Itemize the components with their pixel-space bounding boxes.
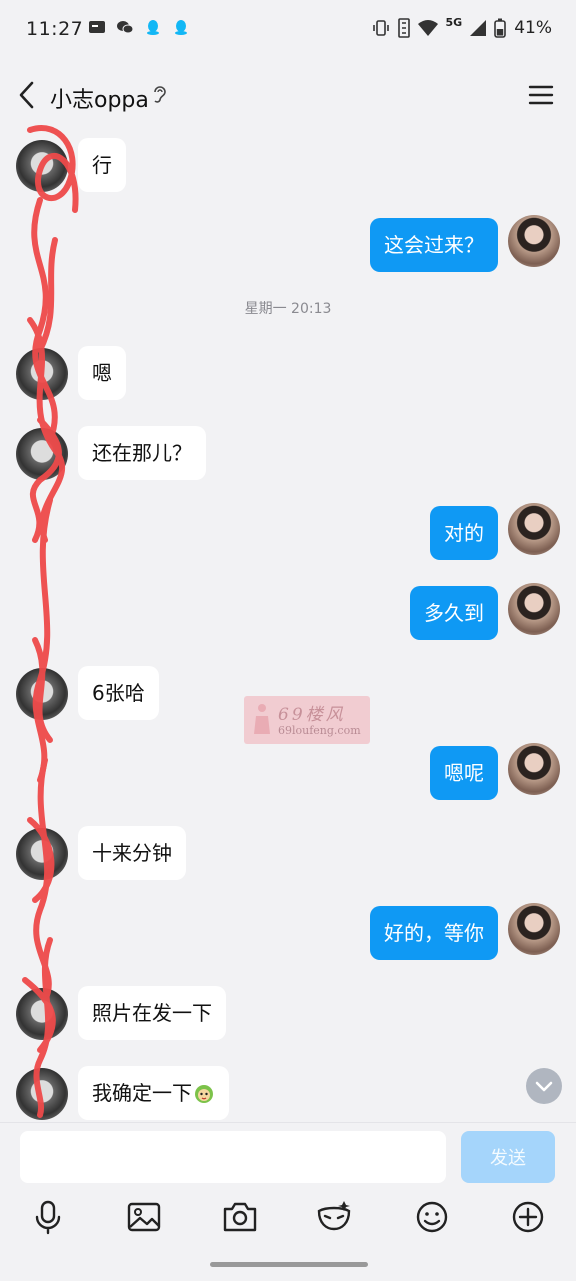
- figure-icon: [254, 704, 270, 734]
- message-bubble[interactable]: 照片在发一下: [78, 986, 226, 1040]
- signal-icon: [470, 20, 487, 36]
- scroll-to-bottom-button[interactable]: [526, 1068, 562, 1104]
- status-right: 5G 41%: [372, 15, 552, 38]
- chevron-down-icon: [535, 1081, 553, 1092]
- message-text: 我确定一下: [92, 1081, 192, 1105]
- watermark-title: 69楼风: [278, 705, 346, 725]
- qq-notification-icon: [175, 20, 187, 35]
- message-input[interactable]: [20, 1131, 446, 1183]
- message-bubble[interactable]: 我确定一下: [78, 1066, 229, 1120]
- sticker-face-icon: [195, 1085, 213, 1103]
- plus-icon[interactable]: [508, 1197, 548, 1237]
- vibrate-icon: [372, 20, 389, 36]
- message-bubble[interactable]: 还在那儿？: [78, 426, 206, 480]
- wifi-icon: [417, 20, 438, 36]
- emoji-icon[interactable]: [412, 1197, 452, 1237]
- message-bubble[interactable]: 这会过来？: [370, 218, 498, 272]
- back-button[interactable]: [14, 78, 44, 112]
- contact-avatar[interactable]: [16, 1068, 68, 1120]
- contact-name[interactable]: 小志oppa: [50, 82, 149, 114]
- contact-avatar[interactable]: [16, 668, 68, 720]
- send-button[interactable]: 发送: [461, 1131, 555, 1183]
- message-notification-icon: [89, 21, 105, 33]
- contact-avatar[interactable]: [16, 140, 68, 192]
- data-transfer-icon: [397, 18, 410, 38]
- battery-level: 41%: [514, 18, 552, 38]
- my-avatar[interactable]: [508, 903, 560, 955]
- menu-button[interactable]: [528, 82, 554, 108]
- contact-avatar[interactable]: [16, 428, 68, 480]
- network-type: 5G: [445, 15, 463, 29]
- message-bubble[interactable]: 嗯呢: [430, 746, 498, 800]
- contact-avatar[interactable]: [16, 988, 68, 1040]
- message-bubble[interactable]: 行: [78, 138, 126, 192]
- mic-icon[interactable]: [28, 1197, 68, 1237]
- notification-icons: [88, 18, 190, 36]
- contact-avatar[interactable]: [16, 348, 68, 400]
- chat-header: 小志oppa: [0, 62, 576, 128]
- ear-icon[interactable]: [150, 84, 170, 106]
- message-bubble[interactable]: 十来分钟: [78, 826, 186, 880]
- camera-icon[interactable]: [220, 1197, 260, 1237]
- message-bubble[interactable]: 好的，等你: [370, 906, 498, 960]
- mask-icon[interactable]: [314, 1197, 354, 1237]
- watermark: 69楼风 69loufeng.com: [244, 696, 370, 744]
- message-bubble[interactable]: 多久到: [410, 586, 498, 640]
- wechat-notification-icon: [117, 21, 134, 34]
- my-avatar[interactable]: [508, 743, 560, 795]
- watermark-url: 69loufeng.com: [278, 724, 361, 737]
- input-bar: 发送: [0, 1122, 576, 1281]
- battery-icon: [494, 18, 507, 38]
- status-time: 11:27: [26, 18, 84, 40]
- message-bubble[interactable]: 对的: [430, 506, 498, 560]
- message-list[interactable]: 行 这会过来？ 星期一 20:13 嗯 还在那儿？ 对的 多久到 6张哈 嗯呢 …: [0, 128, 576, 1122]
- status-bar: 11:27 5G 41%: [0, 0, 576, 62]
- my-avatar[interactable]: [508, 503, 560, 555]
- my-avatar[interactable]: [508, 583, 560, 635]
- message-bubble[interactable]: 嗯: [78, 346, 126, 400]
- home-indicator[interactable]: [210, 1262, 368, 1267]
- qq-notification-icon: [147, 20, 159, 35]
- my-avatar[interactable]: [508, 215, 560, 267]
- contact-avatar[interactable]: [16, 828, 68, 880]
- message-bubble[interactable]: 6张哈: [78, 666, 159, 720]
- image-icon[interactable]: [124, 1197, 164, 1237]
- message-timestamp: 星期一 20:13: [244, 301, 332, 317]
